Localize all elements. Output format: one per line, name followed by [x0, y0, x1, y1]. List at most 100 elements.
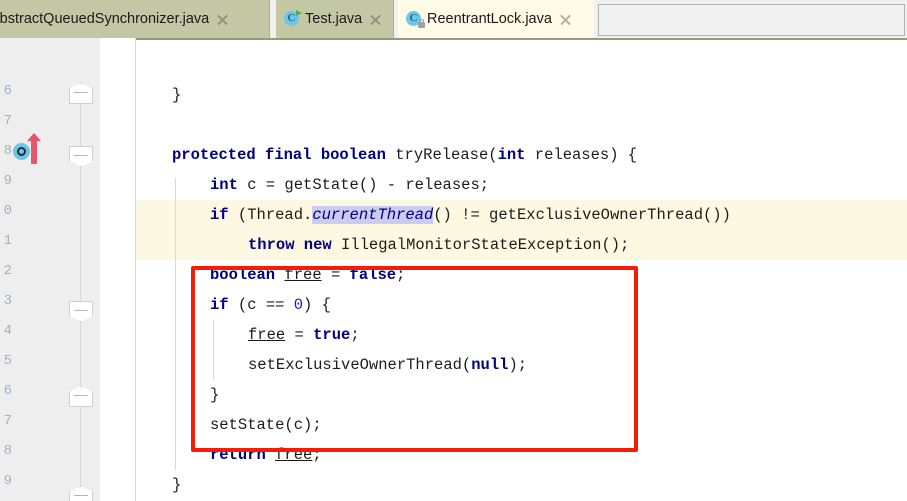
- fold-collapse-up-icon[interactable]: [69, 386, 93, 407]
- fold-shape: [69, 146, 93, 167]
- code-line[interactable]: }: [136, 470, 907, 500]
- code-line[interactable]: int c = getState() - releases;: [136, 170, 907, 200]
- fold-gutter[interactable]: [80, 38, 136, 501]
- indent-guide: [213, 320, 214, 380]
- code-token: int: [497, 146, 526, 164]
- code-token: IllegalMonitorStateException();: [341, 236, 630, 254]
- line-number: 2: [3, 263, 12, 279]
- code-line[interactable]: boolean free = false;: [136, 260, 907, 290]
- code-token: setExclusiveOwnerThread(: [248, 356, 472, 374]
- lock-badge-icon: [418, 19, 425, 28]
- code-line[interactable]: setExclusiveOwnerThread(null);: [136, 350, 907, 380]
- tab-abstractqueuedsynchronizer[interactable]: AbstractQueuedSynchronizer.java: [0, 0, 270, 38]
- code-line-text: setState(c);: [210, 410, 322, 440]
- code-token: if: [210, 206, 229, 224]
- fold-dash: [74, 310, 88, 311]
- line-number: 5: [3, 353, 12, 369]
- code-line[interactable]: }: [136, 380, 907, 410]
- line-number: 0: [3, 203, 12, 219]
- close-icon[interactable]: [369, 13, 382, 26]
- fold-collapse-down-icon[interactable]: [69, 146, 93, 167]
- code-token: free: [284, 266, 322, 284]
- code-token: free: [248, 326, 286, 344]
- up-arrow-icon: [27, 133, 41, 164]
- editor-gutter[interactable]: 678901234567890: [0, 38, 100, 501]
- code-line[interactable]: throw new IllegalMonitorStateException()…: [136, 230, 907, 260]
- line-number: 8: [3, 443, 12, 459]
- line-number: 8: [3, 143, 12, 159]
- code-token: if: [210, 296, 229, 314]
- java-class-runnable-icon: C: [284, 10, 302, 27]
- line-number: 9: [3, 173, 12, 189]
- fold-dash: [74, 155, 88, 156]
- code-editor[interactable]: 6 7 8 9 0 1 2 3 4 5 6 7 8 9 0 } protected final boolean…: [0, 38, 907, 501]
- code-token: int: [210, 176, 238, 194]
- fold-collapse-up-icon[interactable]: [69, 486, 93, 501]
- fold-shape: [69, 83, 93, 104]
- code-line-text: }: [172, 470, 181, 500]
- fold-dash: [74, 395, 88, 396]
- code-token: throw new: [248, 236, 342, 254]
- code-line[interactable]: }: [136, 80, 907, 110]
- fold-shape: [69, 301, 93, 322]
- code-token: protected final boolean: [172, 146, 396, 164]
- code-line-text: return free;: [210, 440, 322, 470]
- code-token: (Thread.: [228, 206, 313, 224]
- code-line-text: }: [172, 80, 181, 110]
- close-icon[interactable]: [216, 13, 229, 26]
- line-number: 3: [3, 293, 12, 309]
- code-token: true: [313, 326, 351, 344]
- line-number: 7: [3, 113, 12, 129]
- tab-test[interactable]: C Test.java: [276, 0, 394, 38]
- code-token: ;: [350, 326, 360, 344]
- fold-dash: [74, 495, 88, 496]
- code-token: c = getState() - releases;: [237, 176, 490, 194]
- code-token: 0: [293, 296, 304, 314]
- code-token: ) {: [303, 296, 331, 314]
- tab-label: Test.java: [305, 11, 363, 27]
- code-token: );: [508, 356, 528, 374]
- code-line[interactable]: free = true;: [136, 320, 907, 350]
- code-line-text: free = true;: [248, 320, 360, 350]
- code-token: false: [349, 266, 397, 284]
- code-line[interactable]: protected final boolean tryRelease(int r…: [136, 140, 907, 170]
- code-token: setState(c);: [210, 416, 322, 434]
- fold-collapse-up-icon[interactable]: [69, 83, 93, 104]
- code-token: free: [275, 446, 313, 464]
- code-line-text: if (c == 0) {: [210, 290, 331, 320]
- fold-shape: [69, 386, 93, 407]
- code-token: =: [321, 266, 350, 284]
- java-class-readonly-icon: C: [406, 11, 425, 28]
- line-number: 6: [3, 383, 12, 399]
- code-token: (c ==: [228, 296, 294, 314]
- method-override-marker-icon[interactable]: [13, 143, 30, 160]
- editor-window: AbstractQueuedSynchronizer.java C Test.jav…: [0, 0, 907, 501]
- code-token: () != getExclusiveOwnerThread()): [433, 206, 731, 224]
- code-content[interactable]: } protected final boolean tryRelease(int …: [136, 38, 907, 501]
- code-line[interactable]: if (c == 0) {: [136, 290, 907, 320]
- code-line[interactable]: [136, 110, 907, 140]
- line-number: 1: [3, 233, 12, 249]
- code-token: null: [471, 356, 509, 374]
- code-line[interactable]: setState(c);: [136, 410, 907, 440]
- override-ring: [17, 147, 26, 156]
- code-line-text: int c = getState() - releases;: [210, 170, 489, 200]
- line-number: 4: [3, 323, 12, 339]
- code-line-text: }: [210, 380, 219, 410]
- close-icon[interactable]: [559, 13, 572, 26]
- code-line-text: if (Thread.currentThread() != getExclusi…: [210, 200, 731, 230]
- fold-shape: [69, 486, 93, 501]
- code-line-text: boolean free = false;: [210, 260, 405, 290]
- code-token: =: [285, 326, 314, 344]
- code-line[interactable]: if (Thread.currentThread() != getExclusi…: [136, 200, 907, 230]
- code-token: ;: [312, 446, 322, 464]
- fold-collapse-down-icon[interactable]: [69, 301, 93, 322]
- code-line-text: protected final boolean tryRelease(int r…: [172, 140, 637, 170]
- code-line[interactable]: return free;: [136, 440, 907, 470]
- editor-tab-bar: AbstractQueuedSynchronizer.java C Test.jav…: [0, 0, 907, 38]
- code-line-text: throw new IllegalMonitorStateException()…: [248, 230, 629, 260]
- code-token: return: [210, 446, 276, 464]
- code-token: releases) {: [525, 146, 638, 164]
- indent-guide: [175, 178, 176, 470]
- tab-reentrantlock[interactable]: C ReentrantLock.java: [398, 0, 594, 38]
